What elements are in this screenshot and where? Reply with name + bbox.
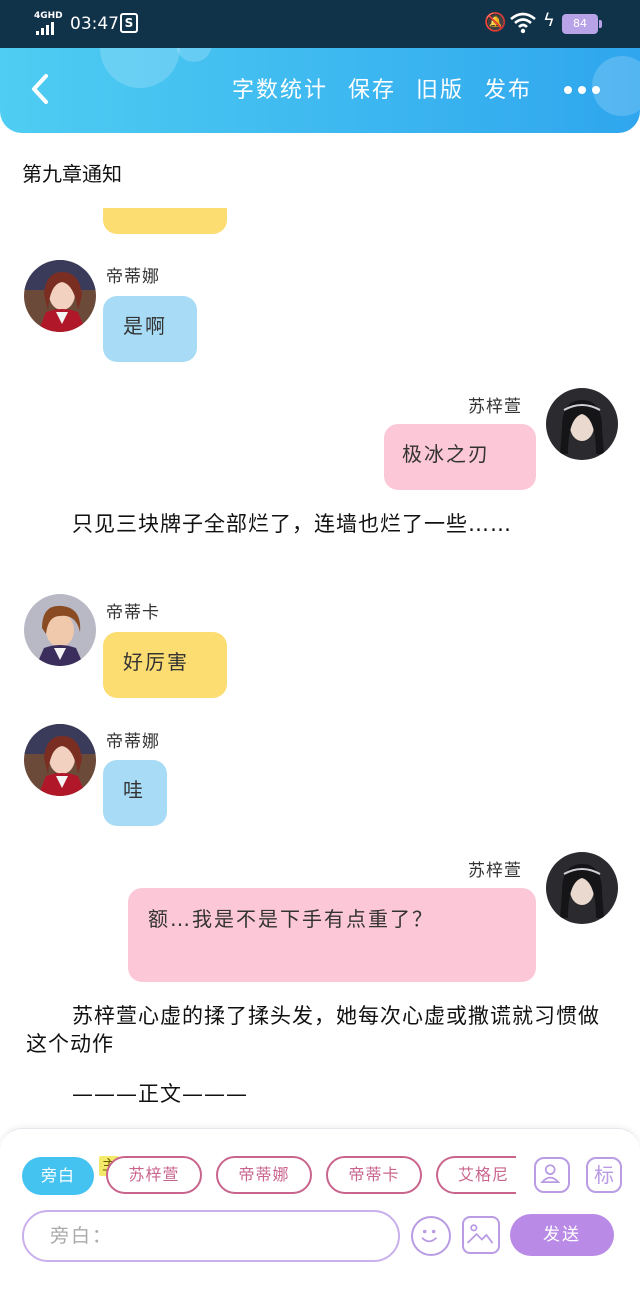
message-bubble[interactable]: 是啊 (103, 296, 197, 362)
speaker-chip-suzixuan[interactable]: 苏梓萱 (106, 1156, 202, 1194)
speaker-name: 帝蒂娜 (106, 732, 160, 752)
message-input[interactable]: 旁白： (22, 1210, 400, 1262)
word-count-button[interactable]: 字数统计 (232, 72, 328, 104)
avatar-image (546, 388, 618, 460)
app-notification-icon: S (120, 13, 138, 33)
tag-button[interactable]: 标 (586, 1157, 622, 1193)
speaker-chip-aigeni[interactable]: 艾格尼 (436, 1156, 516, 1194)
avatar-image (546, 852, 618, 924)
save-button[interactable]: 保存 (348, 72, 396, 104)
more-options-button[interactable] (564, 86, 600, 94)
avatar-didika[interactable] (24, 594, 96, 666)
battery-icon: 84 (562, 14, 602, 34)
send-button[interactable]: 发送 (510, 1214, 614, 1256)
image-button[interactable] (462, 1216, 500, 1254)
speaker-name: 帝蒂卡 (106, 603, 160, 623)
chevron-left-icon (32, 74, 48, 104)
mute-bell-icon: 🔕 (484, 12, 507, 33)
avatar-image (24, 260, 96, 332)
bubble-decoration (176, 48, 212, 62)
avatar-didina[interactable] (24, 724, 96, 796)
narration-text[interactable]: ———正文——— (72, 1080, 372, 1108)
narration-text[interactable]: 苏梓萱心虚的揉了揉头发，她每次心虚或撒谎就习惯做这个动作 (26, 1002, 612, 1058)
narration-text[interactable]: 只见三块牌子全部烂了，连墙也烂了一些…… (26, 510, 606, 538)
speaker-name: 苏梓萱 (468, 861, 522, 881)
character-manage-button[interactable] (534, 1157, 570, 1193)
avatar-suzixuan[interactable] (546, 852, 618, 924)
more-dot-icon (564, 86, 572, 94)
message-bubble[interactable]: 好厉害 (103, 632, 227, 698)
avatar-didina[interactable] (24, 260, 96, 332)
signal-icon (36, 22, 54, 35)
bubble-decoration (100, 48, 180, 88)
speaker-chip-narrator[interactable]: 旁白 (22, 1157, 94, 1195)
message-bubble[interactable]: 极冰之刃 (384, 424, 536, 490)
charging-icon: ϟ (543, 10, 555, 31)
speaker-chip-didika[interactable]: 帝蒂卡 (326, 1156, 422, 1194)
person-icon (540, 1164, 561, 1183)
old-version-button[interactable]: 旧版 (416, 72, 464, 104)
chapter-title: 第九章通知 (22, 162, 122, 186)
status-bar: 4GHD 03:47 S 🔕 ϟ 84 (0, 0, 640, 48)
toolbar-actions: 字数统计 保存 旧版 发布 (232, 72, 532, 104)
editor-toolbar: 字数统计 保存 旧版 发布 (0, 48, 640, 133)
more-dot-icon (592, 86, 600, 94)
speaker-name: 苏梓萱 (468, 397, 522, 417)
speaker-name: 帝蒂娜 (106, 267, 160, 287)
message-bubble[interactable]: 额…我是不是下手有点重了？ (128, 888, 536, 982)
speaker-chip-didina[interactable]: 帝蒂娜 (216, 1156, 312, 1194)
avatar-image (24, 724, 96, 796)
back-button[interactable] (22, 66, 62, 112)
message-bubble-partial (103, 208, 227, 234)
publish-button[interactable]: 发布 (484, 72, 532, 104)
more-dot-icon (578, 86, 586, 94)
image-icon (466, 1224, 494, 1244)
message-bubble[interactable]: 哇 (103, 760, 167, 826)
avatar-suzixuan[interactable] (546, 388, 618, 460)
emoji-button[interactable] (411, 1216, 451, 1256)
wifi-icon (510, 12, 536, 34)
clock: 03:47 (70, 14, 119, 34)
network-type: 4GHD (34, 11, 63, 21)
avatar-image (24, 594, 96, 666)
smile-icon (421, 1229, 438, 1243)
